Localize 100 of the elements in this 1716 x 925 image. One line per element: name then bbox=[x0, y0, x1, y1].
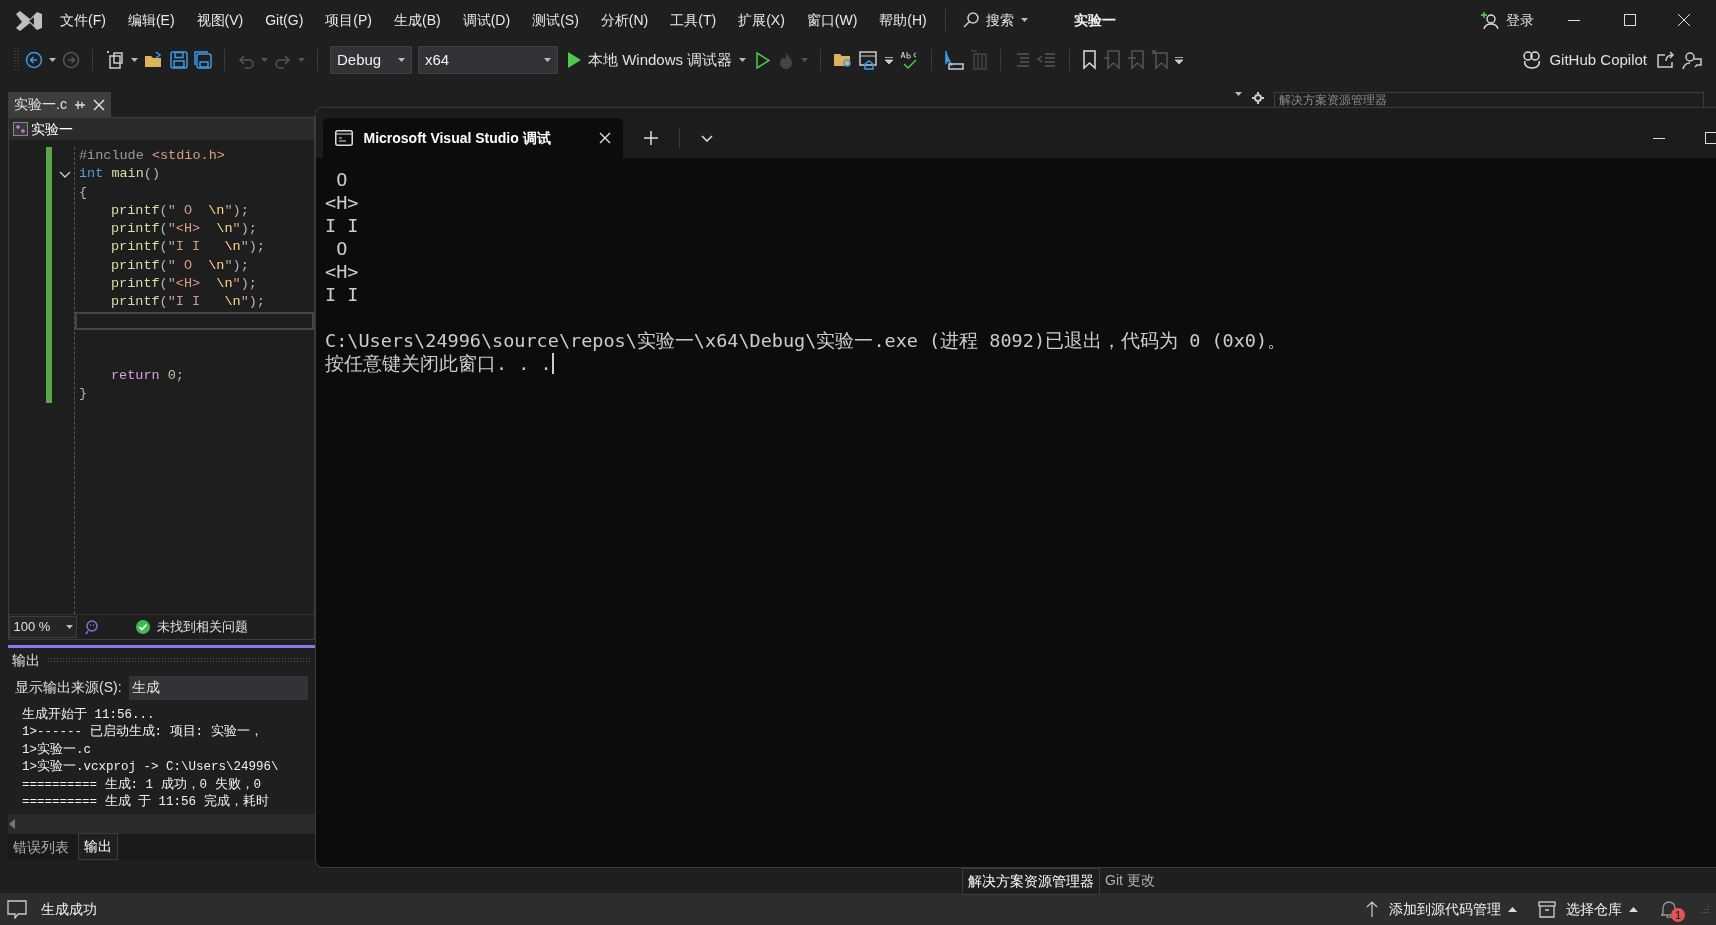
output-line: 生成开始于 11:56... bbox=[22, 706, 156, 724]
menu-item[interactable]: 窗口(W) bbox=[806, 7, 858, 33]
menu-item[interactable]: Git(G) bbox=[265, 7, 304, 33]
menu-item[interactable]: 分析(N) bbox=[600, 7, 649, 33]
back-icon[interactable] bbox=[25, 51, 43, 69]
repository-button[interactable]: 选择仓库 bbox=[1537, 898, 1638, 920]
play-outline-icon[interactable] bbox=[755, 51, 772, 69]
archive-icon bbox=[1537, 900, 1556, 918]
pin-icon[interactable] bbox=[73, 99, 86, 110]
panel-tab[interactable]: 输出 bbox=[77, 833, 118, 860]
zoom-dropdown[interactable]: 100 % bbox=[9, 616, 77, 638]
minimize-icon[interactable] bbox=[1653, 137, 1665, 139]
output-line: ========== 生成 于 11:56 完成，耗时 bbox=[22, 794, 270, 811]
source-control-button[interactable]: 添加到源代码管理 bbox=[1366, 898, 1517, 920]
copilot-button[interactable]: GitHub Copilot bbox=[1519, 46, 1650, 74]
copilot-bot-icon[interactable] bbox=[84, 619, 100, 635]
bookmark-icon[interactable] bbox=[1082, 50, 1098, 70]
grip-icon bbox=[14, 48, 19, 72]
menu-item[interactable]: 文件(F) bbox=[60, 7, 106, 33]
code-line: printf("<H> \n"); bbox=[110, 275, 258, 294]
explorer-tab[interactable]: Git 更改 bbox=[1100, 868, 1160, 893]
start-debugging-button[interactable]: 本地 Windows 调试器 bbox=[564, 46, 750, 74]
output-source-dropdown[interactable]: 生成 bbox=[128, 675, 308, 700]
menu-item[interactable]: 项目(P) bbox=[325, 7, 372, 33]
caret-icon[interactable] bbox=[65, 625, 73, 629]
login-button[interactable]: 登录 bbox=[1477, 7, 1538, 33]
code-line: } bbox=[78, 384, 89, 403]
console-tab[interactable]: Microsoft Visual Studio 调试 bbox=[323, 118, 623, 158]
menu-item[interactable]: 测试(S) bbox=[532, 7, 579, 33]
console-line: <H> bbox=[325, 192, 359, 213]
arrow-up-icon bbox=[1366, 901, 1378, 917]
code-line: return 0; bbox=[110, 366, 185, 385]
issues-status[interactable]: 未找到相关问题 bbox=[157, 617, 248, 637]
resize-grip-icon[interactable] bbox=[1699, 904, 1709, 914]
menu-item[interactable]: 视图(V) bbox=[196, 7, 244, 33]
overflow-icon[interactable] bbox=[1175, 56, 1184, 64]
code-line: printf("<H> \n"); bbox=[110, 220, 258, 239]
document-tab[interactable]: 实验一.c bbox=[8, 92, 111, 117]
window-home-icon[interactable] bbox=[859, 50, 880, 70]
output-line: 1>实验一.vcxproj -> C:\Users\24996\ bbox=[22, 759, 280, 776]
platform-dropdown[interactable]: x64 bbox=[418, 46, 558, 74]
spell-check-icon[interactable] bbox=[899, 50, 920, 70]
menu-item[interactable]: 帮助(H) bbox=[879, 7, 927, 33]
collapse-icon[interactable] bbox=[58, 170, 71, 178]
bell-icon bbox=[1661, 900, 1677, 919]
code-line: printf(" O \n"); bbox=[110, 201, 250, 220]
new-project-icon[interactable] bbox=[105, 50, 125, 70]
caret-icon[interactable] bbox=[398, 58, 405, 62]
maximize-icon[interactable] bbox=[1624, 14, 1636, 26]
caret-icon[interactable] bbox=[49, 58, 56, 62]
notification-count: 1 bbox=[1671, 908, 1685, 922]
close-icon[interactable] bbox=[599, 132, 611, 144]
menu-item[interactable]: 调试(D) bbox=[462, 7, 511, 33]
caret-icon[interactable] bbox=[1020, 18, 1028, 22]
menu-item[interactable]: 扩展(X) bbox=[738, 7, 785, 33]
panel-title: 输出 bbox=[11, 650, 40, 670]
code-line: printf(" O \n"); bbox=[110, 256, 250, 275]
notifications-button[interactable]: 1 bbox=[1659, 896, 1685, 922]
chevron-down-icon[interactable] bbox=[701, 134, 713, 142]
caret-icon[interactable] bbox=[544, 58, 551, 62]
code-line: int main() bbox=[78, 165, 161, 184]
feedback-icon[interactable] bbox=[1682, 50, 1702, 70]
panel-tab[interactable]: 错误列表 bbox=[8, 835, 74, 860]
play-icon bbox=[567, 52, 581, 68]
configuration-dropdown[interactable]: Debug bbox=[330, 46, 412, 74]
code-line: { bbox=[78, 183, 89, 202]
pointer-icon[interactable] bbox=[944, 50, 965, 70]
menu-item[interactable]: 工具(T) bbox=[670, 7, 717, 33]
overflow-icon[interactable] bbox=[885, 56, 894, 64]
maximize-icon[interactable] bbox=[1705, 132, 1716, 144]
project-icon bbox=[12, 122, 28, 136]
add-tab-icon[interactable] bbox=[644, 131, 658, 145]
share-icon[interactable] bbox=[1656, 50, 1676, 70]
console-line: 按任意键关闭此窗口. . . bbox=[325, 353, 552, 374]
close-icon[interactable] bbox=[92, 98, 105, 111]
search-icon bbox=[962, 12, 979, 28]
scroll-left-icon[interactable] bbox=[8, 819, 16, 829]
console-line: O bbox=[335, 169, 348, 190]
menu-item[interactable]: 编辑(E) bbox=[127, 7, 175, 33]
save-all-icon[interactable] bbox=[194, 51, 212, 69]
settings-icon[interactable] bbox=[1252, 92, 1264, 104]
output-line: ========== 生成: 1 成功，0 失败，0 bbox=[22, 776, 263, 794]
console-line: O bbox=[335, 238, 348, 259]
caret-icon[interactable] bbox=[739, 58, 747, 62]
explorer-tab[interactable]: 解决方案资源管理器 bbox=[962, 868, 1100, 895]
terminal-icon bbox=[335, 130, 353, 146]
project-name[interactable]: 实验一 bbox=[31, 118, 73, 140]
caret-icon[interactable] bbox=[131, 58, 138, 62]
output-line: 1>实验一.c bbox=[22, 741, 92, 759]
save-icon[interactable] bbox=[170, 51, 188, 69]
close-icon[interactable] bbox=[1678, 14, 1690, 26]
user-add-icon bbox=[1481, 11, 1499, 29]
search-button[interactable]: 搜索 bbox=[958, 7, 1032, 33]
open-folder-icon[interactable] bbox=[144, 51, 164, 69]
caret-icon[interactable] bbox=[1235, 92, 1242, 96]
menu-item[interactable]: 生成(B) bbox=[394, 7, 441, 33]
minimize-icon[interactable] bbox=[1568, 19, 1580, 21]
copilot-icon bbox=[1522, 50, 1543, 70]
code-line: printf("I I \n"); bbox=[110, 293, 266, 312]
text-cursor bbox=[551, 353, 554, 374]
